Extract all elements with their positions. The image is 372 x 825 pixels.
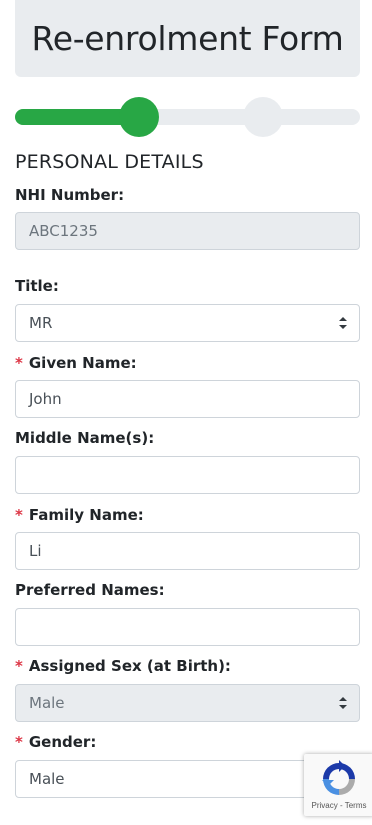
title-value: MR <box>29 314 53 332</box>
recaptcha-links: Privacy - Terms <box>304 801 372 810</box>
title-select[interactable]: MR <box>15 304 360 342</box>
title-label: Title: <box>15 277 59 295</box>
form-header: Re-enrolment Form <box>15 0 360 77</box>
step-1-indicator <box>119 97 159 137</box>
family-name-value: Li <box>29 542 42 560</box>
privacy-link[interactable]: Privacy <box>312 801 338 810</box>
step-2-indicator <box>243 97 283 137</box>
select-arrows-icon <box>339 317 347 329</box>
nhi-field: ABC1235 <box>15 212 360 250</box>
section-title: PERSONAL DETAILS <box>15 151 204 173</box>
family-name-label: * Family Name: <box>15 506 144 524</box>
preferred-names-label: Preferred Names: <box>15 581 165 599</box>
terms-link[interactable]: Terms <box>345 801 367 810</box>
gender-label: * Gender: <box>15 733 97 751</box>
assigned-sex-label: * Assigned Sex (at Birth): <box>15 657 231 675</box>
required-marker: * <box>15 354 23 372</box>
preferred-names-input[interactable] <box>15 608 360 646</box>
middle-name-label: Middle Name(s): <box>15 429 155 447</box>
given-name-input[interactable]: John <box>15 380 360 418</box>
given-name-value: John <box>29 390 62 408</box>
gender-value: Male <box>29 770 65 788</box>
step-progress-bar <box>15 97 360 137</box>
nhi-value: ABC1235 <box>29 222 98 240</box>
required-marker: * <box>15 733 23 751</box>
link-separator: - <box>337 801 345 810</box>
page-title: Re-enrolment Form <box>31 19 344 58</box>
recaptcha-badge[interactable]: Privacy - Terms <box>304 754 372 816</box>
assigned-sex-value: Male <box>29 694 65 712</box>
assigned-sex-select: Male <box>15 684 360 722</box>
family-name-input[interactable]: Li <box>15 532 360 570</box>
middle-name-input[interactable] <box>15 456 360 494</box>
nhi-label: NHI Number: <box>15 186 125 204</box>
given-name-label: * Given Name: <box>15 354 137 372</box>
required-marker: * <box>15 506 23 524</box>
required-marker: * <box>15 657 23 675</box>
select-arrows-icon <box>339 697 347 709</box>
recaptcha-icon <box>322 760 355 795</box>
